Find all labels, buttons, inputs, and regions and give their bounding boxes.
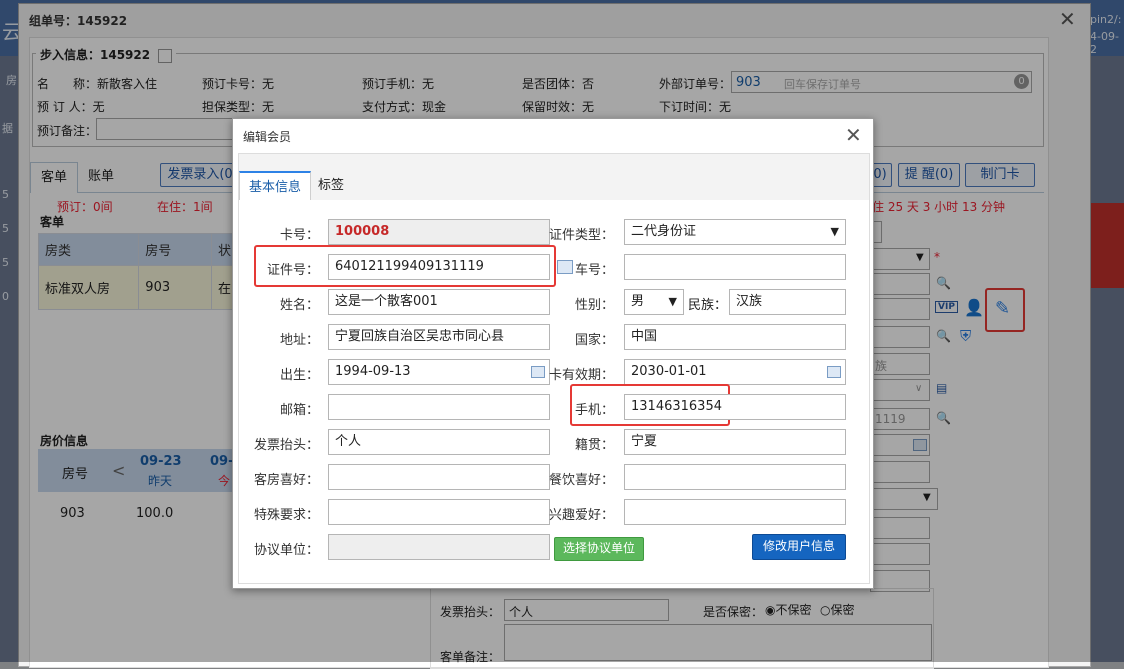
name-label: 姓名： [279, 298, 319, 313]
gender-value: 男 [631, 294, 645, 309]
chevron-down-icon: ▼ [668, 295, 677, 308]
dialog-body: 卡号： 100008 证件类型： 二代身份证 ▼ 证件号： 64012119940… [238, 200, 870, 584]
id-type-value: 二代身份证 [631, 224, 697, 239]
id-type-label: 证件类型： [548, 228, 614, 243]
dialog-close-icon[interactable]: ✕ [845, 123, 862, 147]
phone-label: 手机： [574, 403, 614, 418]
car-no-input[interactable] [624, 254, 846, 280]
ethnic-input[interactable]: 汉族 [729, 289, 846, 315]
hobby-input[interactable] [624, 499, 846, 525]
phone-input[interactable]: 13146316354 [624, 394, 846, 420]
email-label: 邮箱： [279, 403, 319, 418]
edit-member-dialog: 编辑会员 ✕ 基本信息 标签 卡号： 100008 证件类型： 二代身份证 ▼ 证… [232, 118, 874, 589]
card-expire-label: 卡有效期： [548, 368, 614, 383]
id-no-label: 证件号： [266, 263, 319, 278]
room-pref-label: 客房喜好： [253, 473, 319, 488]
email-input[interactable] [328, 394, 550, 420]
invoice-title-label: 发票抬头： [253, 438, 319, 453]
tab-basic-info[interactable]: 基本信息 [239, 171, 311, 203]
invoice-title-input[interactable]: 个人 [328, 429, 550, 455]
special-request-input[interactable] [328, 499, 550, 525]
dialog-tabs: 基本信息 标签 [238, 153, 870, 203]
room-pref-input[interactable] [328, 464, 550, 490]
address-input[interactable]: 宁夏回族自治区吴忠市同心县 [328, 324, 550, 350]
hobby-label: 兴趣爱好： [548, 508, 614, 523]
agreement-label: 协议单位： [253, 543, 319, 558]
food-pref-label: 餐饮喜好： [548, 473, 614, 488]
gender-select[interactable]: 男 ▼ [624, 289, 684, 315]
calendar-icon[interactable] [827, 366, 841, 378]
agreement-input [328, 534, 550, 560]
update-member-button[interactable]: 修改用户信息 [752, 534, 847, 560]
dialog-title: 编辑会员 [243, 130, 292, 144]
car-no-label: 车号： [574, 263, 614, 278]
name-input[interactable]: 这是一个散客001 [328, 289, 550, 315]
native-place-input[interactable]: 宁夏 [624, 429, 846, 455]
card-no-field: 100008 [328, 219, 550, 245]
native-place-label: 籍贯： [574, 438, 614, 453]
food-pref-input[interactable] [624, 464, 846, 490]
card-expire-input[interactable]: 2030-01-01 [624, 359, 846, 385]
select-agreement-button[interactable]: 选择协议单位 [554, 537, 645, 561]
birth-label: 出生： [279, 368, 319, 383]
chevron-down-icon: ▼ [830, 225, 839, 238]
address-label: 地址： [279, 333, 319, 348]
country-input[interactable]: 中国 [624, 324, 846, 350]
special-request-label: 特殊要求： [253, 508, 319, 523]
ethnic-label: 民族： [688, 298, 728, 313]
country-label: 国家： [574, 333, 614, 348]
id-type-select[interactable]: 二代身份证 ▼ [624, 219, 846, 245]
card-no-label: 卡号： [279, 228, 319, 243]
tab-tags[interactable]: 标签 [313, 171, 349, 201]
gender-label: 性别： [574, 298, 614, 313]
birth-input[interactable]: 1994-09-13 [328, 359, 550, 385]
id-no-input[interactable]: 640121199409131119 [328, 254, 550, 280]
